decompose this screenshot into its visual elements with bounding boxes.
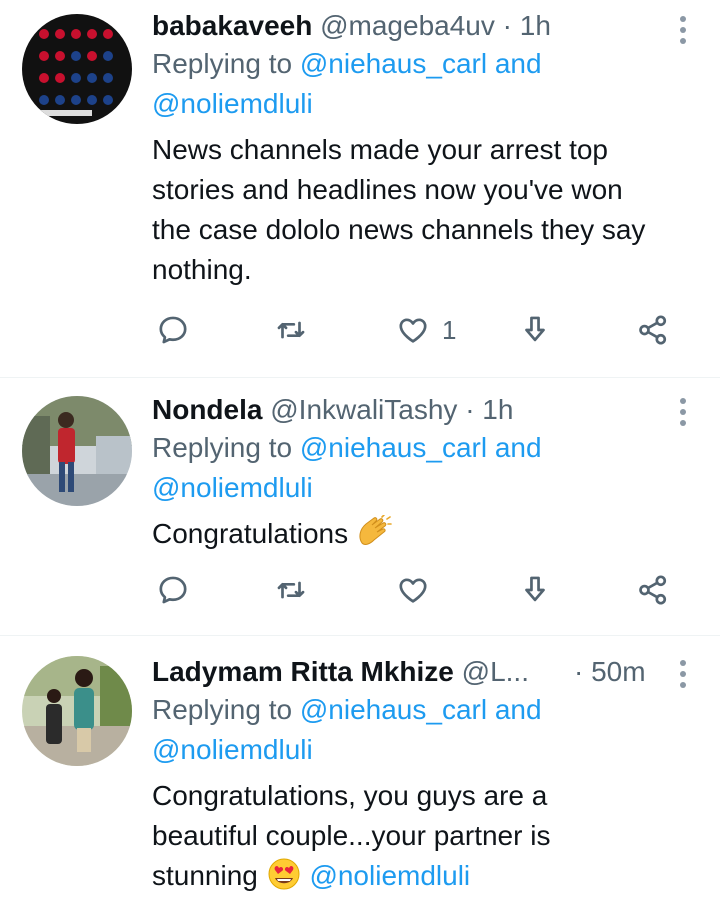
replying-to: Replying to @niehaus_carl and @noliemdlu… (152, 690, 700, 770)
and-label: and (494, 48, 542, 79)
heart-eyes-emoji (268, 858, 300, 890)
tweet[interactable]: Nondela @InkwaliTashy · 1h Replying to @… (0, 378, 720, 636)
retweet-button[interactable] (274, 313, 308, 347)
bookmark-icon (525, 316, 545, 342)
share-button[interactable] (636, 573, 670, 607)
bookmark-button[interactable] (518, 573, 552, 607)
mention-link[interactable]: @niehaus_carl (300, 48, 487, 79)
separator-dot: · (574, 656, 584, 687)
tweet-text-line: nothing. (152, 254, 252, 285)
replying-to-label: Replying to (152, 432, 293, 463)
tweet[interactable]: Ladymam Ritta Mkhize @L... · 50m Replyin… (0, 636, 720, 911)
timestamp[interactable]: 50m (591, 656, 645, 687)
clapping-hands-emoji (359, 515, 392, 545)
share-button[interactable] (636, 313, 670, 347)
tweet-text-line: Congratulations, you guys are a (152, 780, 548, 811)
like-icon (399, 318, 427, 343)
author-handle[interactable]: @L... (462, 656, 529, 687)
replying-to-label: Replying to (152, 48, 293, 79)
tweet-text-line: stories and headlines now you've won (152, 174, 623, 205)
tweet-header: Ladymam Ritta Mkhize @L... · 50m (152, 654, 700, 690)
like-count: 1 (442, 314, 457, 345)
bookmark-icon (525, 576, 545, 602)
tweet-text-line: News channels made your arrest top (152, 134, 608, 165)
mention-link[interactable]: @noliemdluli (152, 88, 313, 119)
tweet-text-line: stunning (152, 860, 258, 891)
separator-dot: · (502, 10, 512, 41)
avatar[interactable] (22, 656, 132, 766)
replying-to: Replying to @niehaus_carl and @noliemdlu… (152, 44, 700, 124)
avatar[interactable] (22, 14, 132, 124)
reply-button[interactable] (156, 573, 190, 607)
timestamp[interactable]: 1h (482, 394, 513, 425)
tweet-text: Congratulations, you guys are a beautifu… (152, 776, 700, 896)
tweet-text-line: Congratulations (152, 518, 349, 549)
reply-button[interactable] (156, 313, 190, 347)
like-button[interactable]: 1 (396, 313, 456, 347)
mention-link[interactable]: @noliemdluli (152, 472, 313, 503)
share-icon (639, 315, 667, 345)
more-icon[interactable] (680, 398, 686, 431)
mention-link[interactable]: @noliemdluli (309, 860, 470, 891)
author-handle[interactable]: @InkwaliTashy (270, 394, 457, 425)
reply-icon (159, 316, 187, 344)
reply-icon (159, 576, 187, 604)
action-bar (152, 573, 690, 613)
author-handle[interactable]: @mageba4uv (320, 10, 495, 41)
and-label: and (494, 432, 542, 463)
more-icon[interactable] (680, 660, 686, 693)
mention-link[interactable]: @niehaus_carl (300, 694, 487, 725)
bookmark-button[interactable] (518, 313, 552, 347)
author-name[interactable]: babakaveeh (152, 10, 312, 41)
tweet-text-line: the case dololo news channels they say (152, 214, 646, 245)
action-bar: 1 (152, 313, 690, 353)
separator-dot: · (465, 394, 475, 425)
retweet-icon (277, 321, 305, 339)
tweet[interactable]: babakaveeh @mageba4uv · 1h Replying to @… (0, 0, 720, 378)
tweet-text: Congratulations (152, 514, 700, 554)
tweet-text-line: beautiful couple...your partner is (152, 820, 551, 851)
more-icon[interactable] (680, 16, 686, 49)
avatar[interactable] (22, 396, 132, 506)
timestamp[interactable]: 1h (520, 10, 551, 41)
like-icon (399, 578, 427, 603)
author-name[interactable]: Nondela (152, 394, 262, 425)
tweet-header: Nondela @InkwaliTashy · 1h (152, 392, 700, 428)
retweet-button[interactable] (274, 573, 308, 607)
replying-to: Replying to @niehaus_carl and @noliemdlu… (152, 428, 700, 508)
tweet-text: News channels made your arrest top stori… (152, 130, 700, 290)
like-button[interactable] (396, 573, 430, 607)
retweet-icon (277, 581, 305, 599)
author-name[interactable]: Ladymam Ritta Mkhize (152, 656, 454, 687)
share-icon (639, 575, 667, 605)
replying-to-label: Replying to (152, 694, 293, 725)
tweet-header: babakaveeh @mageba4uv · 1h (152, 8, 700, 44)
mention-link[interactable]: @niehaus_carl (300, 432, 487, 463)
and-label: and (494, 694, 542, 725)
mention-link[interactable]: @noliemdluli (152, 734, 313, 765)
